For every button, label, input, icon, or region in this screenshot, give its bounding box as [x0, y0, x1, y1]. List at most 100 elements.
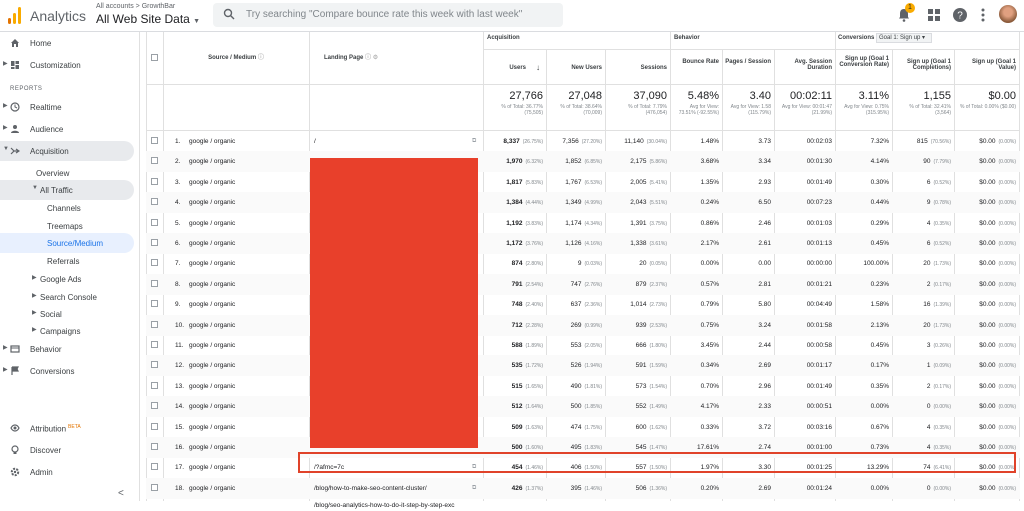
table-row[interactable]: 8. google / organic 791 (2.54%) 747 (2.76%) 87… [146, 273, 1020, 295]
table-row-partial[interactable]: /blog/seo-analytics-how-to-do-it-step-by… [146, 501, 1020, 511]
table-row[interactable]: 4. google / organic 1,384 (4.44%) 1,349 (4.99… [146, 192, 1020, 214]
help-icon[interactable]: ? [952, 7, 968, 23]
table-row[interactable]: 3. google / organic 1,817 (5.83%) 1,767 (6.53… [146, 172, 1020, 193]
landing-page-cell[interactable]: / [314, 138, 316, 145]
source-medium-cell[interactable]: google / organic [189, 464, 235, 471]
external-link-icon[interactable]: ⧉ [472, 485, 476, 492]
sidebar-item-source-medium[interactable]: Source/Medium [0, 233, 134, 253]
source-medium-cell[interactable]: google / organic [189, 158, 235, 165]
sidebar-item-realtime[interactable]: ▶ Realtime [0, 97, 134, 117]
table-row[interactable]: 11. google / organic 588 (1.89%) 553 (2.05%) 6… [146, 335, 1020, 356]
source-medium-cell[interactable]: google / organic [189, 260, 235, 267]
sidebar-item-conversions[interactable]: ▶ Conversions [0, 361, 134, 381]
table-row[interactable]: 10. google / organic 712 (2.28%) 269 (0.99%) 9… [146, 314, 1020, 336]
table-row[interactable]: 18. google / organic/blog/how-to-make-seo… [146, 477, 1020, 499]
row-checkbox[interactable] [151, 361, 158, 369]
view-selector[interactable]: All Web Site Data ▼ [96, 12, 200, 26]
sessions-cell-percent: (3.75%) [649, 220, 667, 227]
sidebar-item-audience[interactable]: ▶ Audience [0, 119, 134, 139]
source-medium-cell[interactable]: google / organic [189, 138, 235, 145]
breadcrumb[interactable]: All accounts > GrowthBar [96, 3, 175, 10]
source-medium-cell[interactable]: google / organic [189, 383, 235, 390]
sessions-header[interactable]: Sessions [608, 65, 667, 71]
source-medium-cell[interactable]: google / organic [189, 424, 235, 431]
row-checkbox[interactable] [151, 198, 158, 206]
table-row[interactable]: 9. google / organic 748 (2.40%) 637 (2.36%) 1,… [146, 294, 1020, 315]
more-vert-icon[interactable] [975, 7, 991, 23]
row-checkbox[interactable] [151, 279, 158, 287]
avg-duration-header[interactable]: Avg. Session Duration [777, 59, 832, 71]
sort-desc-icon[interactable]: ↓ [533, 63, 543, 72]
bounce-rate-header[interactable]: Bounce Rate [673, 59, 719, 65]
source-medium-cell[interactable]: google / organic [189, 220, 235, 227]
source-medium-cell[interactable]: google / organic [189, 199, 235, 206]
conversion-rate-header[interactable]: Sign up (Goal 1 Conversion Rate) [838, 56, 889, 68]
table-row[interactable]: 13. google / organic 515 (1.65%) 490 (1.81%) 5… [146, 376, 1020, 397]
row-checkbox[interactable] [151, 422, 158, 430]
landing-page-cell[interactable]: /blog/seo-analytics-how-to-do-it-step-by… [314, 502, 455, 509]
source-medium-cell[interactable]: google / organic [189, 240, 235, 247]
analytics-logo-icon[interactable] [8, 6, 22, 24]
sidebar-item-behavior[interactable]: ▶ Behavior [0, 339, 134, 359]
new-users-header[interactable]: New Users [549, 65, 602, 71]
row-checkbox[interactable] [151, 443, 158, 450]
sidebar-item-channels[interactable]: Channels [0, 198, 134, 218]
source-medium-header[interactable]: Source / Medium ⓘ [166, 52, 306, 61]
landing-page-cell[interactable]: /blog/how-to-make-seo-content-cluster/ [314, 485, 427, 492]
row-checkbox[interactable] [151, 239, 158, 246]
table-row[interactable]: 15. google / organic 509 (1.63%) 474 (1.75%) 6… [146, 417, 1020, 438]
apps-grid-icon[interactable] [926, 7, 942, 23]
select-all-checkbox[interactable] [151, 54, 158, 61]
source-medium-cell[interactable]: google / organic [189, 342, 235, 349]
search-bar[interactable]: Try searching "Compare bounce rate this … [213, 3, 563, 27]
avatar[interactable] [999, 5, 1017, 23]
table-row[interactable]: 2. google / organic 1,970 (6.32%) 1,852 (6.85… [146, 151, 1020, 173]
source-medium-cell[interactable]: google / organic [189, 444, 235, 451]
sidebar-item-discover[interactable]: Discover [0, 440, 134, 460]
row-checkbox[interactable] [151, 218, 158, 226]
row-checkbox[interactable] [151, 177, 158, 185]
row-checkbox[interactable] [151, 300, 158, 308]
source-medium-cell[interactable]: google / organic [189, 301, 235, 308]
sidebar-item-campaigns[interactable]: ▶ Campaigns [0, 321, 134, 341]
sidebar-item-attribution[interactable]: Attribution BETA [0, 418, 134, 438]
landing-page-header[interactable]: Landing Page ⓘ ⚙ [312, 52, 480, 61]
row-checkbox[interactable] [151, 341, 158, 348]
sidebar-item-google-ads[interactable]: ▶ Google Ads [0, 269, 134, 289]
row-checkbox[interactable] [151, 259, 158, 267]
source-medium-cell[interactable]: google / organic [189, 362, 235, 369]
row-checkbox[interactable] [151, 483, 158, 491]
users-header[interactable]: Users [486, 65, 526, 71]
completions-header[interactable]: Sign up (Goal 1 Completions) [895, 59, 951, 71]
pages-session-header[interactable]: Pages / Session [725, 59, 771, 65]
sidebar-item-home[interactable]: Home [0, 33, 134, 53]
value-header[interactable]: Sign up (Goal 1 Value) [957, 59, 1016, 71]
sidebar-item-customization[interactable]: ▶ Customization [0, 55, 134, 75]
source-medium-cell[interactable]: google / organic [189, 485, 235, 492]
source-medium-cell[interactable]: google / organic [189, 322, 235, 329]
row-checkbox[interactable] [151, 137, 158, 144]
row-checkbox[interactable] [151, 381, 158, 389]
sidebar-item-acquisition[interactable]: ▼ Acquisition [0, 141, 134, 161]
table-row[interactable]: 12. google / organic 535 (1.72%) 526 (1.94%) 5… [146, 355, 1020, 377]
external-link-icon[interactable]: ⧉ [472, 138, 476, 145]
sidebar-item-admin[interactable]: Admin [0, 462, 134, 482]
table-row[interactable]: 5. google / organic 1,192 (3.83%) 1,174 (4.34… [146, 213, 1020, 234]
row-checkbox[interactable] [151, 320, 158, 328]
collapse-sidebar-button[interactable]: < [118, 488, 124, 499]
sidebar-item-all-traffic[interactable]: ▼ All Traffic [0, 180, 134, 200]
row-checkbox[interactable] [151, 463, 158, 471]
value-cell-value: $0.00 [979, 280, 996, 288]
row-checkbox[interactable] [151, 157, 158, 165]
table-row[interactable]: 14. google / organic 512 (1.64%) 500 (1.85%) 5… [146, 396, 1020, 418]
row-checkbox[interactable] [151, 402, 158, 410]
sidebar-item-referrals[interactable]: Referrals [0, 251, 134, 271]
table-row[interactable]: 7. google / organic 874 (2.80%) 9 (0.03%) 20 (0… [146, 253, 1020, 274]
goal-select[interactable]: Goal 1: Sign up ▾ [876, 33, 932, 43]
source-medium-cell[interactable]: google / organic [189, 281, 235, 288]
table-row[interactable]: 1. google / organic / ⧉ 8,337 (26.75%) 7,356 (2… [146, 131, 1020, 152]
bounce-rate-cell-value: 0.75% [700, 321, 719, 329]
source-medium-cell[interactable]: google / organic [189, 179, 235, 186]
table-row[interactable]: 6. google / organic 1,172 (3.76%) 1,126 (4.16… [146, 233, 1020, 254]
source-medium-cell[interactable]: google / organic [189, 403, 235, 410]
